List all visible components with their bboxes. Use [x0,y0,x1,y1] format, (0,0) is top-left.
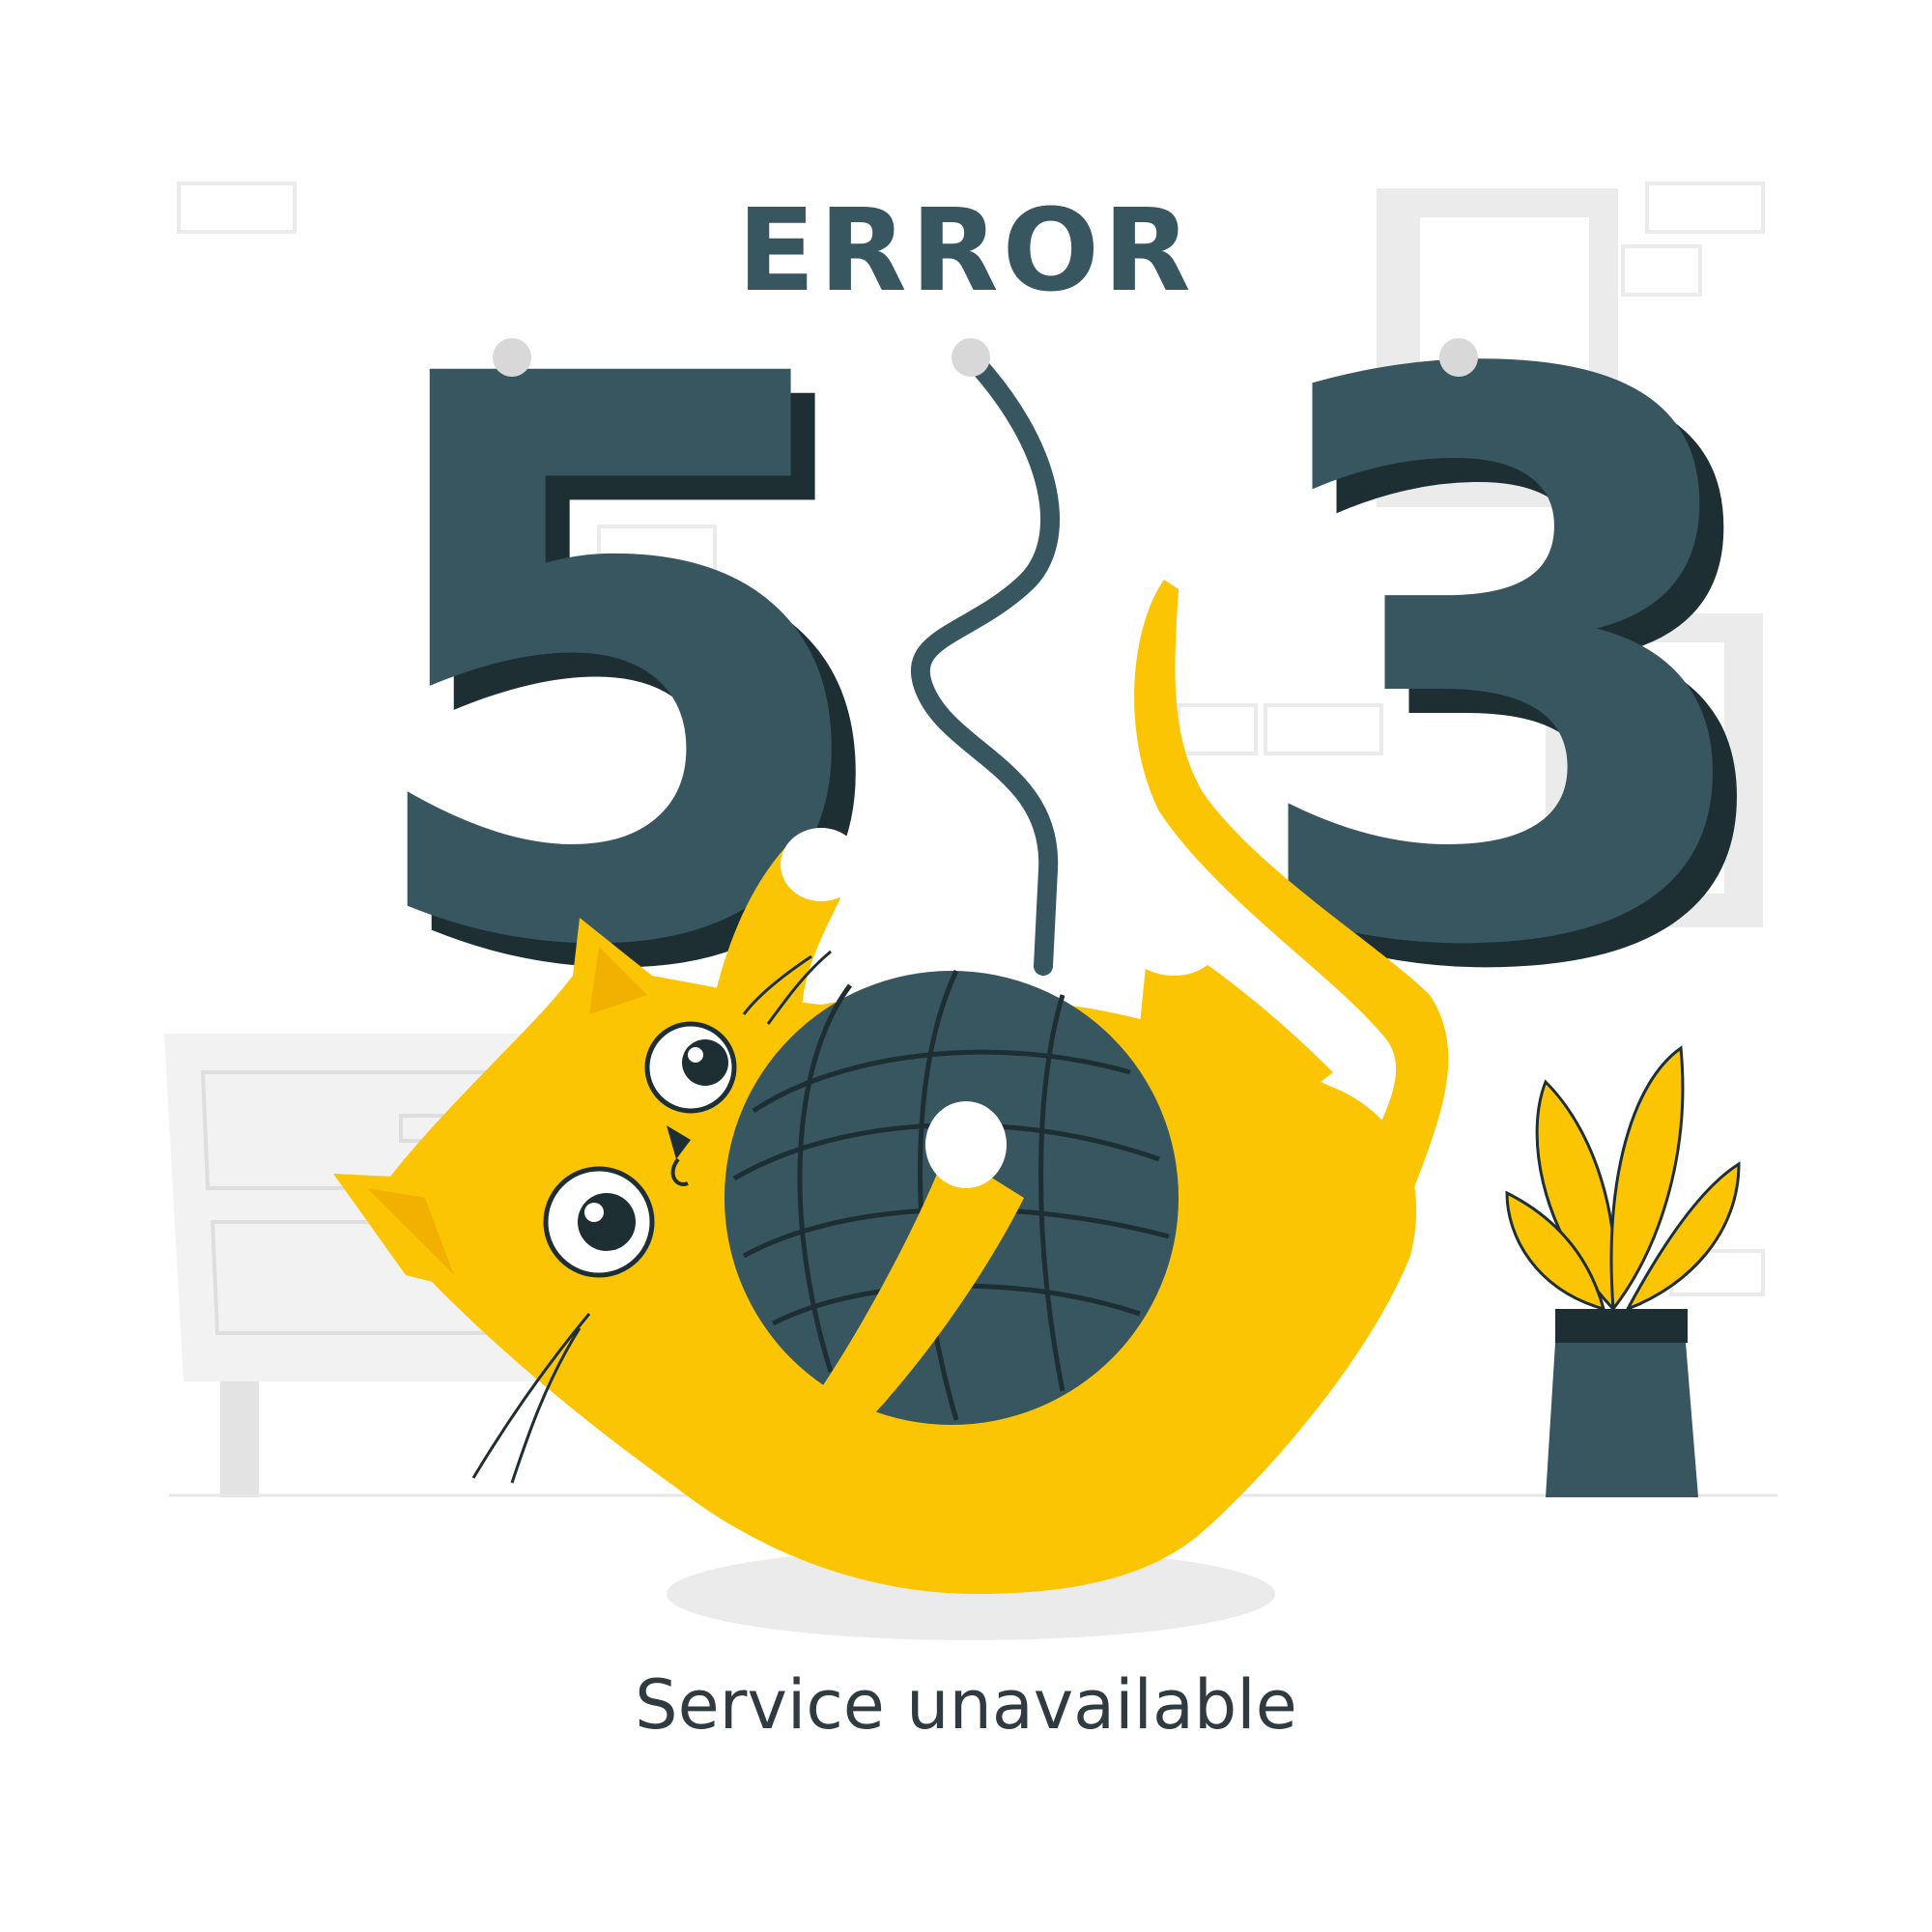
yarn-string [911,338,1060,976]
svg-text:3: 3 [1236,214,1775,1115]
pin [493,338,531,377]
pin [1439,338,1478,377]
error-heading: ERROR [737,184,1195,317]
digit-3-graphic: 3 3 [1236,214,1799,1139]
plant-pot [1546,1309,1698,1497]
error-message: Service unavailable [635,1665,1297,1745]
error-illustration: 5 5 3 3 ERROR Service unavailable [0,0,1932,1932]
